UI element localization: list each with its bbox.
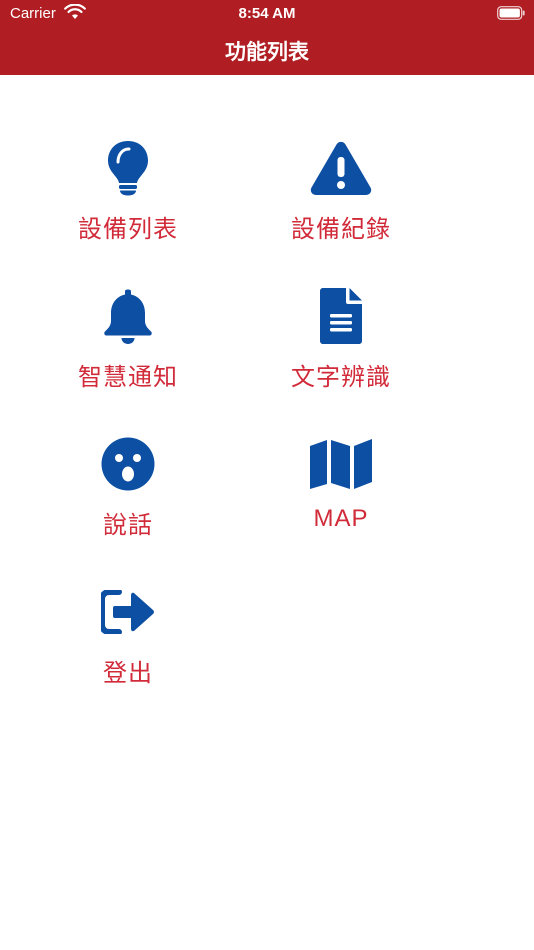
menu-item-device-records[interactable]: 設備紀錄: [261, 137, 421, 267]
menu-item-label: MAP: [313, 505, 369, 532]
bell-icon: [93, 285, 163, 347]
menu-item-label: 智慧通知: [78, 363, 178, 391]
status-bar: Carrier 8:54 AM: [0, 0, 534, 28]
document-icon: [306, 285, 376, 347]
menu-item-label: 登出: [103, 659, 153, 687]
logout-icon: [93, 581, 163, 643]
navigation-header: Carrier 8:54 AM 功能列表: [0, 0, 534, 75]
page-title: 功能列表: [225, 40, 309, 64]
menu-item-text-recognition[interactable]: 文字辨識: [261, 285, 421, 415]
menu-item-label: 設備列表: [78, 215, 178, 243]
map-icon: [306, 433, 376, 495]
battery-icon: [497, 6, 525, 20]
menu-item-label: 設備紀錄: [291, 215, 391, 243]
menu-item-label: 文字辨識: [291, 363, 391, 391]
surprised-face-icon: [93, 433, 163, 495]
menu-item-smart-notification[interactable]: 智慧通知: [48, 285, 208, 415]
menu-item-device-list[interactable]: 設備列表: [48, 137, 208, 267]
menu-item-speak[interactable]: 說話: [48, 433, 208, 563]
menu-item-logout[interactable]: 登出: [48, 581, 208, 711]
menu-item-label: 說話: [103, 511, 153, 539]
menu-item-map[interactable]: MAP: [261, 433, 421, 563]
warning-icon: [306, 137, 376, 199]
lightbulb-icon: [93, 137, 163, 199]
clock-time: 8:54 AM: [238, 5, 296, 22]
